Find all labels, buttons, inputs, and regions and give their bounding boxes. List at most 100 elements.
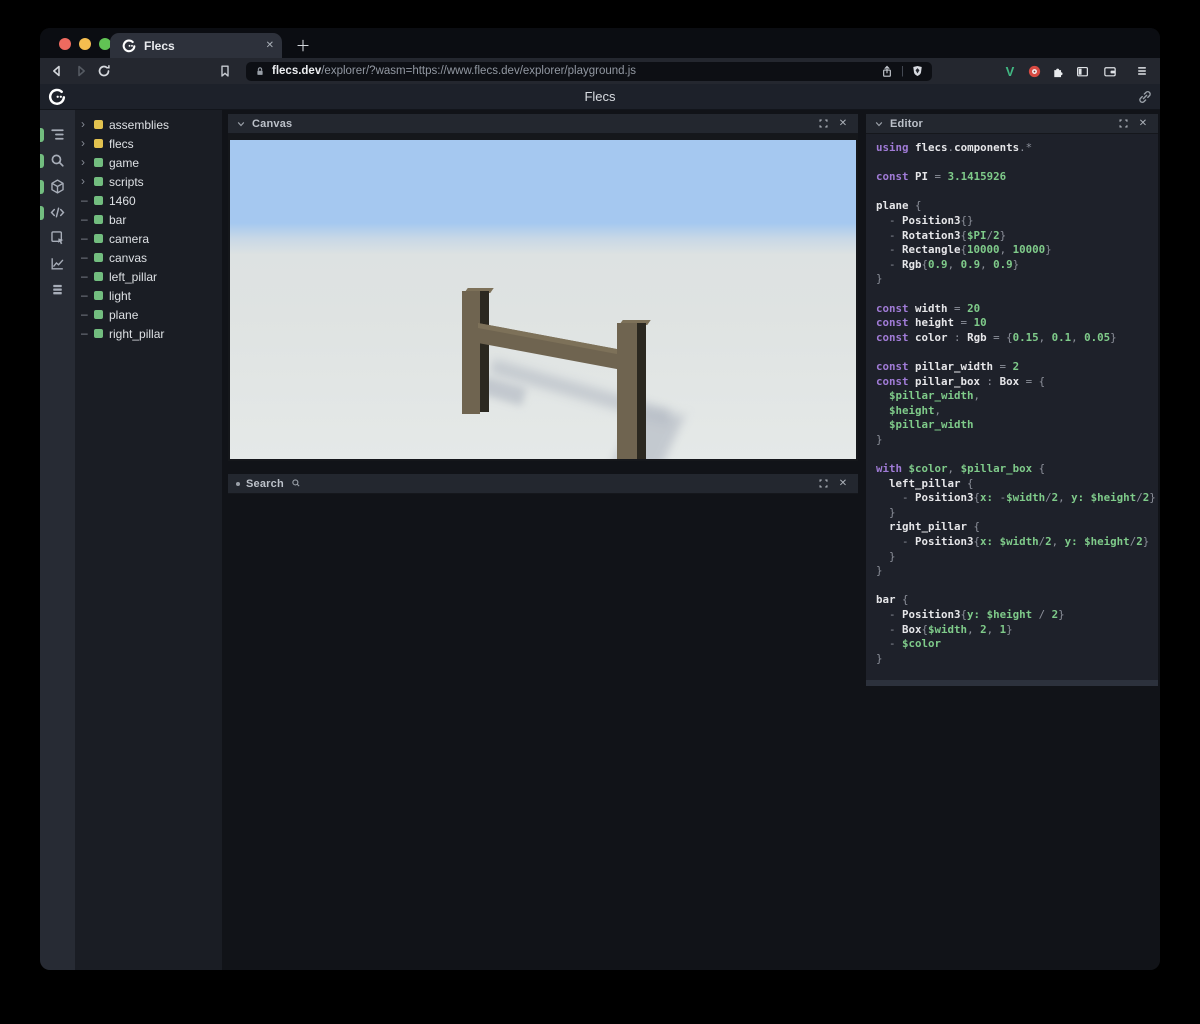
window-close-button[interactable]	[59, 38, 71, 50]
fullscreen-icon[interactable]	[816, 477, 830, 491]
fullscreen-icon[interactable]	[816, 117, 830, 131]
code-line: $pillar_width	[889, 418, 974, 432]
tree-item-camera[interactable]: – camera	[75, 229, 222, 248]
wallet-icon[interactable]	[1101, 62, 1119, 80]
canvas-viewport[interactable]	[228, 134, 858, 461]
forward-button[interactable]	[73, 63, 89, 79]
search-icon	[292, 478, 300, 487]
code-line: - Position3{x: -$width/2, y: $height/2}	[876, 491, 1156, 505]
bar-top	[478, 323, 624, 356]
reload-button[interactable]	[96, 63, 112, 79]
leaf-dash-icon: –	[81, 212, 88, 226]
code-line: - Position3{x: $width/2, y: $height/2}	[876, 535, 1150, 549]
canvas-panel-title: Canvas	[252, 117, 293, 130]
rail-inspector-icon[interactable]	[40, 225, 75, 251]
code-line: - Rotation3{$PI/2}	[876, 228, 1007, 242]
code-line: }	[876, 505, 896, 519]
rail-search-icon[interactable]	[40, 148, 75, 174]
tree-item-left_pillar[interactable]: – left_pillar	[75, 267, 222, 286]
bookmark-icon[interactable]	[217, 63, 233, 79]
search-panel: Search ✕	[228, 474, 858, 494]
leaf-dash-icon: –	[81, 250, 88, 264]
code-line: - Position3{}	[876, 213, 974, 227]
close-panel-icon[interactable]: ✕	[836, 477, 850, 491]
editor-panel-header: Editor ✕	[866, 114, 1158, 134]
new-tab-button[interactable]: ＋	[290, 32, 316, 58]
panel-dot-icon[interactable]	[236, 481, 240, 486]
code-editor[interactable]: using flecs.components.* const PI = 3.14…	[866, 134, 1158, 680]
entity-color-square	[94, 177, 103, 186]
brave-shield-icon[interactable]	[911, 64, 924, 78]
tree-item-label: right_pillar	[109, 326, 165, 341]
code-line: $height,	[889, 403, 942, 417]
collapse-chevron-icon[interactable]	[874, 119, 884, 129]
entity-color-square	[94, 329, 103, 338]
entity-color-square	[94, 215, 103, 224]
tree-item-game[interactable]: › game	[75, 153, 222, 172]
close-panel-icon[interactable]: ✕	[836, 117, 850, 131]
tree-item-flecs[interactable]: › flecs	[75, 134, 222, 153]
rail-rows-icon[interactable]	[40, 277, 75, 303]
rail-cube-icon[interactable]	[40, 174, 75, 200]
active-pill	[40, 128, 44, 142]
browser-window: Flecs ✕ ＋ flecs.dev/explorer/?wasm=https…	[40, 28, 1160, 970]
menu-hamburger-icon[interactable]	[1133, 62, 1151, 80]
entity-color-square	[94, 120, 103, 129]
tree-item-scripts[interactable]: › scripts	[75, 172, 222, 191]
share-link-icon[interactable]	[1137, 89, 1153, 105]
traffic-lights	[59, 38, 111, 50]
share-icon[interactable]	[880, 64, 894, 79]
tree-item-assemblies[interactable]: › assemblies	[75, 115, 222, 134]
code-line: left_pillar {	[889, 476, 974, 490]
close-panel-icon[interactable]: ✕	[1136, 117, 1150, 131]
leaf-dash-icon: –	[81, 326, 88, 340]
entity-color-square	[94, 196, 103, 205]
code-line: bar {	[876, 593, 909, 607]
code-line: right_pillar {	[889, 520, 981, 534]
code-line: - Position3{y: $height / 2}	[876, 608, 1065, 621]
active-pill	[40, 206, 44, 220]
code-line: - Rectangle{10000, 10000}	[876, 243, 1052, 257]
extensions-puzzle-icon[interactable]	[1049, 62, 1067, 80]
rail-outline-tree-icon[interactable]	[40, 122, 75, 148]
code-line: const height = 10	[876, 316, 987, 330]
browser-tab[interactable]: Flecs ✕	[110, 33, 282, 58]
canvas-panel: Canvas ✕	[228, 114, 858, 461]
fullscreen-icon[interactable]	[1116, 117, 1130, 131]
search-panel-header: Search ✕	[228, 474, 858, 494]
tree-item-canvas[interactable]: – canvas	[75, 248, 222, 267]
tree-item-label: plane	[109, 307, 139, 322]
right-pillar-side	[637, 323, 646, 459]
rail-chart-icon[interactable]	[40, 251, 75, 277]
collapse-chevron-icon[interactable]	[236, 119, 246, 129]
sidebar-toggle-icon[interactable]	[1073, 62, 1091, 80]
expand-chevron-icon[interactable]: ›	[81, 172, 92, 191]
tab-close-icon[interactable]: ✕	[266, 40, 274, 51]
editor-panel-title: Editor	[890, 117, 923, 130]
tree-item-1460[interactable]: – 1460	[75, 191, 222, 210]
leaf-dash-icon: –	[81, 288, 88, 302]
leaf-dash-icon: –	[81, 307, 88, 321]
rail-code-icon[interactable]	[40, 200, 75, 226]
vue-devtools-icon[interactable]: V	[1001, 62, 1019, 80]
tree-item-right_pillar[interactable]: – right_pillar	[75, 324, 222, 343]
tree-item-light[interactable]: – light	[75, 286, 222, 305]
code-line: const pillar_box : Box = {	[876, 374, 1046, 388]
tree-item-label: 1460	[109, 193, 136, 208]
expand-chevron-icon[interactable]: ›	[81, 153, 92, 172]
extension-red-icon[interactable]	[1025, 62, 1043, 80]
window-minimize-button[interactable]	[79, 38, 91, 50]
tree-item-bar[interactable]: – bar	[75, 210, 222, 229]
tree-item-plane[interactable]: – plane	[75, 305, 222, 324]
editor-resize-grip[interactable]	[866, 680, 1158, 686]
expand-chevron-icon[interactable]: ›	[81, 134, 92, 153]
code-line: with $color, $pillar_box {	[876, 462, 1046, 476]
active-pill	[40, 154, 44, 168]
threed-scene	[230, 140, 856, 459]
url-bar[interactable]: flecs.dev/explorer/?wasm=https://www.fle…	[246, 61, 932, 81]
back-button[interactable]	[49, 63, 65, 79]
tree-item-label: flecs	[109, 136, 134, 151]
expand-chevron-icon[interactable]: ›	[81, 115, 92, 134]
